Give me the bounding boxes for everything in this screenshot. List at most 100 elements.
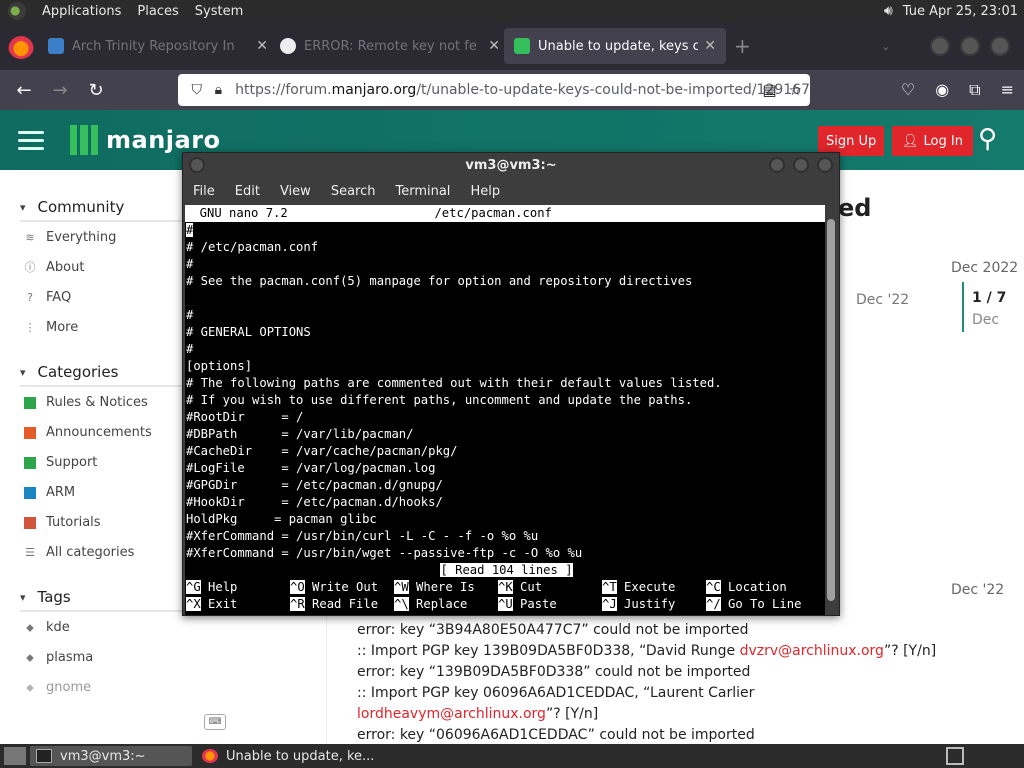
nano-shortcut: ^\ Replace: [394, 597, 468, 611]
bookmark-star-icon[interactable]: ☆: [789, 81, 802, 99]
list-tabs-icon[interactable]: ⌄: [881, 39, 891, 53]
pocket-icon[interactable]: ♡: [901, 80, 915, 100]
tab-unable-to-update[interactable]: Unable to update, keys could ✕: [504, 28, 726, 64]
minimize-button[interactable]: [930, 36, 950, 56]
clock[interactable]: Tue Apr 25, 23:01: [903, 4, 1018, 19]
sidebar-item-all-categories[interactable]: ☰ All categories: [24, 545, 134, 560]
menu-help[interactable]: Help: [470, 184, 500, 199]
minimize-button[interactable]: [769, 157, 785, 173]
sidebar-item-more[interactable]: ⋮ More: [24, 320, 79, 335]
nano-shortcut: ^/ Go To Line: [706, 597, 802, 611]
menu-places[interactable]: Places: [137, 4, 178, 19]
sidebar-item-everything[interactable]: ≋ Everything: [24, 230, 116, 245]
sidebar-tag-plasma[interactable]: ⬥ plasma: [24, 650, 93, 665]
maximize-button[interactable]: [960, 36, 980, 56]
file-line: #LogFile = /var/log/pacman.log: [186, 461, 436, 475]
sidebar-item-tutorials[interactable]: Tutorials: [24, 515, 101, 530]
sidebar-item-arm[interactable]: ARM: [24, 485, 75, 500]
github-icon: [280, 38, 296, 54]
email-link[interactable]: dvzrv@archlinux.org: [740, 643, 884, 659]
menu-view[interactable]: View: [280, 184, 311, 199]
sidebar-tag-gnome[interactable]: ⬥ gnome: [24, 680, 91, 695]
tab-close-icon[interactable]: ✕: [256, 38, 268, 54]
sidebar-item-rules-notices[interactable]: Rules & Notices: [24, 395, 148, 410]
reader-view-icon[interactable]: ▤: [762, 81, 776, 99]
tab-arch-trinity[interactable]: Arch Trinity Repository In ✕: [38, 28, 278, 64]
post-body: error: key “3B94A80E50A477C7” could not …: [357, 620, 936, 744]
taskbar: vm3@vm3:~ Unable to update, ke...: [0, 744, 1024, 768]
chevron-down-icon: ▾: [20, 590, 26, 604]
nano-shortcut: ^T Execute: [602, 580, 676, 594]
terminal-scrollbar[interactable]: [825, 205, 837, 615]
task-terminal[interactable]: vm3@vm3:~: [30, 746, 192, 766]
menu-file[interactable]: File: [193, 184, 215, 199]
post-line: error: key “3B94A80E50A477C7” could not …: [357, 622, 749, 638]
file-line: #GPGDir = /etc/pacman.d/gnupg/: [186, 478, 443, 492]
timeline-handle[interactable]: [962, 282, 964, 332]
url-text[interactable]: https://forum.manjaro.org/t/unable-to-up…: [235, 82, 810, 98]
volume-icon[interactable]: 🔊︎: [884, 3, 893, 19]
sidebar-item-faq[interactable]: ? FAQ: [24, 290, 71, 305]
site-logo[interactable]: manjaro: [70, 125, 221, 155]
menu-search[interactable]: Search: [331, 184, 376, 199]
nano-shortcut: ^U Paste: [498, 597, 557, 611]
firefox-menu-icon[interactable]: [8, 33, 34, 59]
menu-system[interactable]: System: [195, 4, 243, 19]
file-content[interactable]: # # /etc/pacman.conf # # See the pacman.con…: [185, 222, 827, 562]
reload-icon[interactable]: ↻: [78, 80, 114, 101]
lock-icon[interactable]: 🔒︎: [208, 82, 230, 98]
close-button[interactable]: [817, 157, 833, 173]
distro-logo-icon[interactable]: [8, 2, 26, 20]
terminal-title: vm3@vm3:~: [465, 157, 557, 173]
email-link[interactable]: lordheavym@archlinux.org: [357, 706, 546, 722]
timeline-date[interactable]: Dec 2022: [951, 260, 1018, 276]
maximize-button[interactable]: [793, 157, 809, 173]
sidebar-item-support[interactable]: Support: [24, 455, 97, 470]
terminal-titlebar[interactable]: vm3@vm3:~: [183, 153, 839, 177]
file-line: #CacheDir = /var/cache/pacman/pkg/: [186, 444, 458, 458]
post-date[interactable]: Dec '22: [856, 292, 909, 308]
sidebar-section-community[interactable]: ▾ Community: [20, 198, 200, 222]
sidebar-tag-kde[interactable]: ⬥ kde: [24, 620, 70, 635]
workspace-switcher[interactable]: [946, 747, 964, 765]
hamburger-icon[interactable]: [18, 130, 44, 150]
post-date[interactable]: Dec '22: [951, 582, 1004, 598]
keyboard-shortcuts-icon[interactable]: ⌨: [204, 714, 226, 730]
tab-error-remote-key[interactable]: ERROR: Remote key not fe ✕: [270, 28, 510, 64]
shortcut-row: ^G Help ^O Write Out ^W Where Is ^K Cut ^T E…: [185, 579, 827, 596]
menu-applications[interactable]: Applications: [42, 4, 121, 19]
tab-close-icon[interactable]: ✕: [704, 38, 716, 54]
system-panel: Applications Places System 🔊︎ Tue Apr 25…: [0, 0, 1024, 22]
timeline-progress: 1 / 7: [972, 290, 1007, 306]
menu-edit[interactable]: Edit: [235, 184, 260, 199]
file-line: #XferCommand = /usr/bin/wget --passive-f…: [186, 546, 583, 560]
chevron-down-icon: ▾: [20, 200, 26, 214]
account-icon[interactable]: ◉: [935, 80, 949, 100]
navigation-bar: ← → ↻ ⛉ 🔒︎ https://forum.manjaro.org/t/u…: [0, 70, 1024, 110]
log-in-button[interactable]: 👤︎ Log In: [892, 126, 973, 156]
sidebar-section-tags[interactable]: ▾ Tags: [20, 588, 200, 612]
window-menu-button[interactable]: [189, 157, 205, 173]
terminal-content[interactable]: GNU nano 7.2 /etc/pacman.conf # # /etc/pa…: [185, 205, 827, 615]
task-firefox[interactable]: Unable to update, ke...: [196, 746, 380, 766]
url-bar[interactable]: ⛉ 🔒︎ https://forum.manjaro.org/t/unable-…: [178, 74, 810, 106]
sidebar-item-about[interactable]: ⓘ About: [24, 260, 85, 275]
menu-icon[interactable]: ≡: [1001, 80, 1014, 100]
forward-icon[interactable]: →: [42, 80, 78, 101]
show-desktop-button[interactable]: [4, 747, 26, 765]
back-icon[interactable]: ←: [6, 80, 42, 101]
firefox-icon: [202, 749, 218, 763]
sidebar-section-categories[interactable]: ▾ Categories: [20, 363, 200, 387]
new-tab-icon[interactable]: +: [734, 34, 751, 58]
shield-icon[interactable]: ⛉: [186, 82, 208, 98]
post-line: :: Import PGP key 139B09DA5BF0D338, “Dav…: [357, 643, 937, 659]
terminal-window[interactable]: vm3@vm3:~ File Edit View Search Terminal…: [182, 152, 840, 616]
search-icon[interactable]: ⚲: [978, 124, 997, 154]
tab-close-icon[interactable]: ✕: [488, 38, 500, 54]
sidebar-item-announcements[interactable]: Announcements: [24, 425, 152, 440]
layers-icon: ≋: [25, 230, 35, 244]
close-window-button[interactable]: [990, 36, 1010, 56]
menu-terminal[interactable]: Terminal: [395, 184, 450, 199]
file-line: #RootDir = /: [186, 410, 304, 424]
extensions-icon[interactable]: ⧉: [969, 80, 980, 100]
